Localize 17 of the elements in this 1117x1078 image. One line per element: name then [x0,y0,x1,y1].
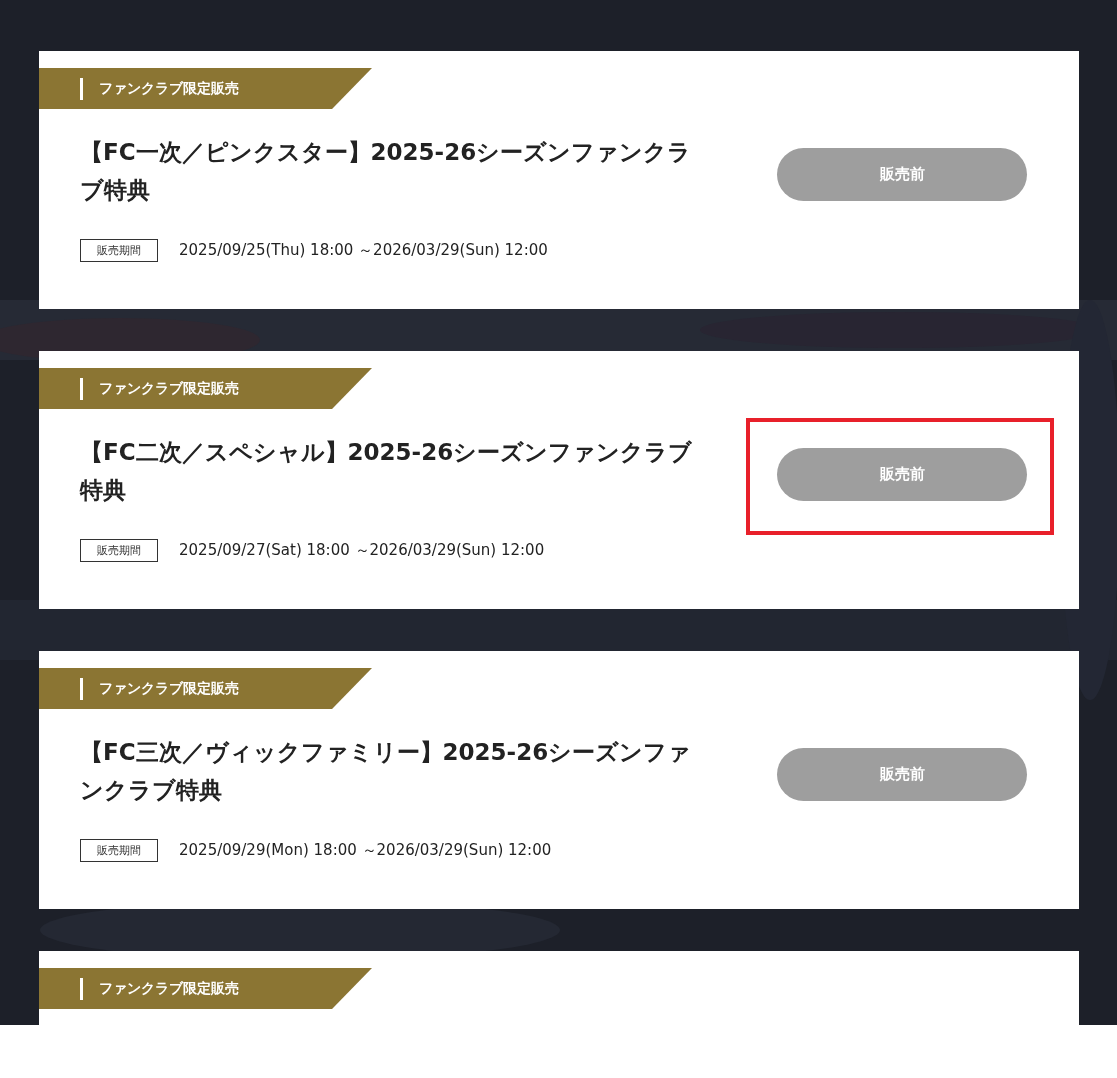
product-title: 【FC二次／スペシャル】2025-26シーズンファンクラブ特典 [80,438,694,505]
bar-icon [80,977,83,1000]
banner-label: ファンクラブ限定販売 [99,79,239,98]
bar-icon [80,677,83,700]
sale-period: 2025/09/25(Thu) 18:00 ～2026/03/29(Sun) 12:00 [179,241,548,260]
sale-period: 2025/09/27(Sat) 18:00 ～2026/03/29(Sun) 12:00 [179,541,545,560]
product-title: 【FC一次／ピンクスター】2025-26シーズンファンクラブ特典 [80,138,693,205]
period-tag: 販売期間 [80,539,158,562]
period-tag: 販売期間 [80,239,158,262]
bar-icon [80,77,83,100]
banner-label: ファンクラブ限定販売 [99,379,239,398]
sale-period: 2025/09/29(Mon) 18:00 ～2026/03/29(Sun) 12:00 [179,841,552,860]
product-title: 【FC三次／ヴィックファミリー】2025-26シーズンファンクラブ特典 [80,738,693,805]
bar-icon [80,377,83,400]
banner-label: ファンクラブ限定販売 [99,679,239,698]
banner-label: ファンクラブ限定販売 [99,979,239,998]
period-tag: 販売期間 [80,839,158,862]
